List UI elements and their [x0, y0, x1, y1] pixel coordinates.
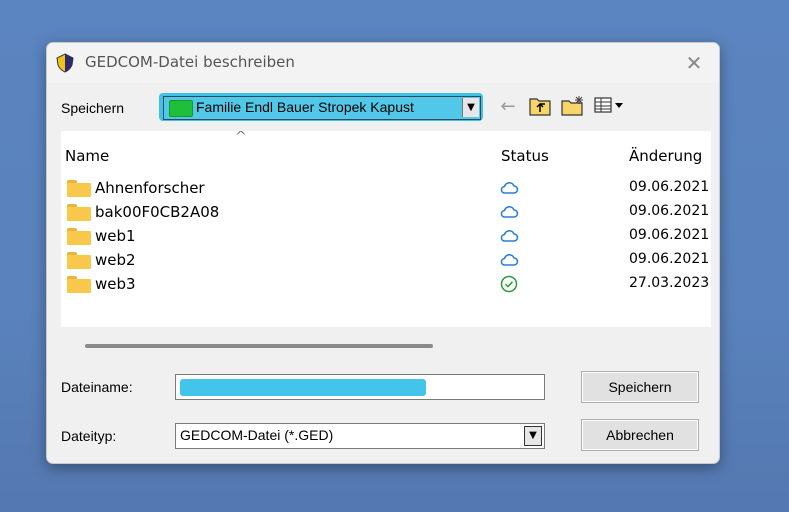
filetype-dropdown[interactable]: GEDCOM-Datei (*.GED) ▼	[175, 423, 545, 449]
file-name: web1	[95, 227, 136, 245]
save-button[interactable]: Speichern	[581, 371, 699, 403]
list-item[interactable]: web2 09.06.2021	[61, 248, 711, 272]
chevron-down-icon[interactable]: ▼	[524, 426, 542, 446]
folder-icon	[67, 204, 91, 221]
cloud-icon	[500, 254, 519, 266]
folder-icon	[67, 252, 91, 269]
horizontal-scrollbar[interactable]	[85, 344, 433, 348]
dialog-title: GEDCOM-Datei beschreiben	[85, 53, 295, 71]
filename-input[interactable]	[175, 374, 545, 400]
cloud-icon	[500, 230, 519, 242]
file-name: web3	[95, 275, 136, 293]
cloud-icon	[500, 206, 519, 218]
list-item[interactable]: web3 27.03.2023	[61, 272, 711, 296]
file-date: 09.06.2021	[629, 203, 710, 219]
folder-icon	[67, 180, 91, 197]
folder-icon	[67, 228, 91, 245]
column-header-status[interactable]: Status	[501, 147, 549, 165]
column-header-date[interactable]: Änderung	[629, 147, 702, 165]
list-item[interactable]: Ahnenforscher 09.06.2021	[61, 176, 711, 200]
filename-label: Dateiname:	[61, 379, 133, 395]
filetype-value: GEDCOM-Datei (*.GED)	[180, 427, 334, 443]
check-circle-icon	[500, 275, 518, 293]
file-name: web2	[95, 251, 136, 269]
save-dialog: GEDCOM-Datei beschreiben ✕ Speichern Fam…	[46, 42, 720, 464]
file-name: bak00F0CB2A08	[95, 203, 220, 221]
sort-ascending-icon: ^	[235, 131, 247, 145]
location-dropdown[interactable]: Familie Endl Bauer Stropek Kapust ▼	[159, 93, 483, 121]
file-name: Ahnenforscher	[95, 179, 205, 197]
view-menu-icon[interactable]	[593, 95, 627, 119]
back-icon[interactable]: ←	[497, 95, 519, 119]
close-button[interactable]: ✕	[679, 49, 709, 77]
save-in-label: Speichern	[61, 100, 125, 116]
filetype-label: Dateityp:	[61, 428, 117, 444]
cloud-icon	[500, 182, 519, 194]
app-shield-icon	[56, 53, 74, 73]
folder-icon	[169, 100, 193, 117]
redaction-mark	[180, 379, 426, 396]
title-bar: GEDCOM-Datei beschreiben ✕	[47, 43, 719, 83]
file-list[interactable]: ^ Name Status Änderung Ahnenforscher 09.…	[61, 131, 711, 327]
new-folder-icon[interactable]	[559, 95, 587, 119]
cancel-button[interactable]: Abbrechen	[581, 419, 699, 451]
column-header-name[interactable]: Name	[65, 147, 109, 165]
location-value: Familie Endl Bauer Stropek Kapust	[196, 99, 414, 115]
file-date: 09.06.2021	[629, 251, 710, 267]
file-date: 09.06.2021	[629, 179, 710, 195]
file-date: 27.03.2023	[629, 275, 710, 291]
list-item[interactable]: web1 09.06.2021	[61, 224, 711, 248]
file-date: 09.06.2021	[629, 227, 710, 243]
chevron-down-icon[interactable]: ▼	[462, 98, 479, 117]
list-item[interactable]: bak00F0CB2A08 09.06.2021	[61, 200, 711, 224]
up-folder-icon[interactable]	[527, 95, 553, 119]
folder-icon	[67, 276, 91, 293]
